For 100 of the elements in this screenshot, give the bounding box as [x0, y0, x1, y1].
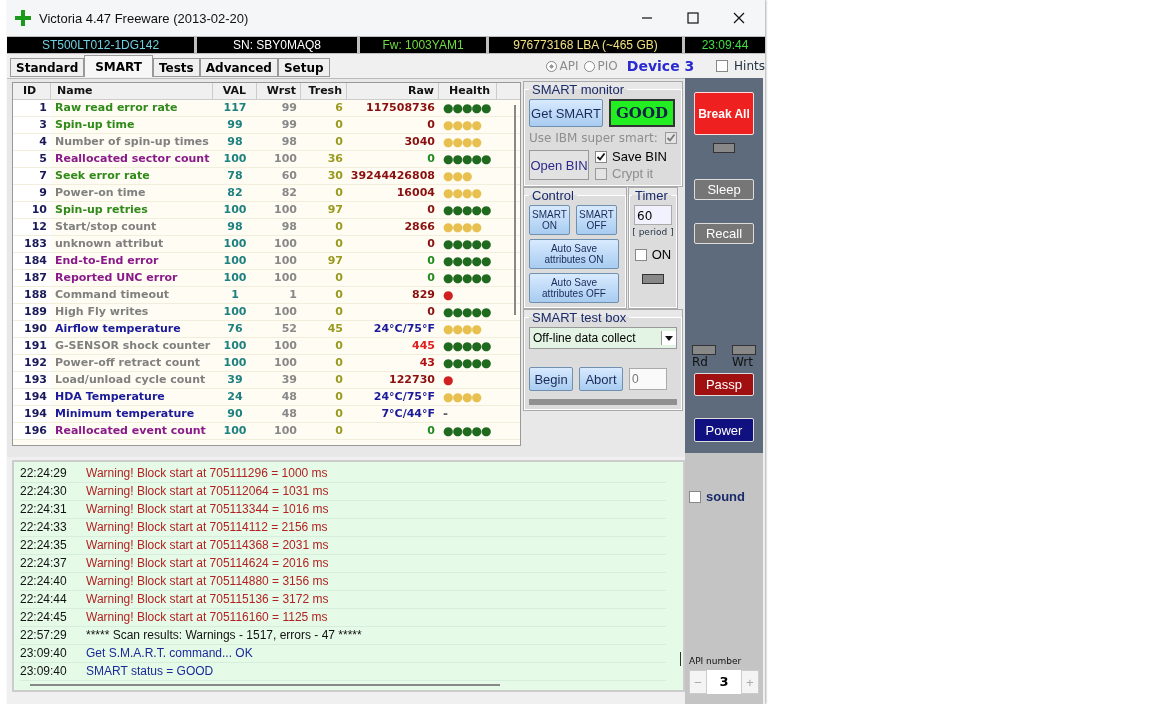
hints-label: Hints — [734, 59, 765, 73]
health-dots: ●●●●● — [442, 253, 492, 269]
app-cross-icon — [15, 10, 31, 26]
table-cell-text: 0 — [334, 355, 344, 371]
checkbox[interactable] — [716, 60, 729, 72]
health-dots: ●●●●● — [442, 304, 492, 320]
indicator-led — [713, 143, 735, 153]
break-all-button[interactable]: Break All — [694, 92, 754, 135]
tab[interactable]: Setup — [277, 58, 330, 77]
table-cell: 194 — [13, 389, 51, 405]
tab[interactable]: Advanced — [199, 58, 278, 77]
table-cell-text: 1 — [288, 287, 298, 303]
table-cell-text: Load/unload cycle count — [54, 372, 207, 388]
column-header[interactable]: Wrst — [257, 83, 301, 99]
health-dots: ●●●●● — [442, 270, 492, 286]
table-cell-text: 0 — [334, 236, 344, 252]
radio-button[interactable] — [583, 60, 595, 72]
log-time: 22:24:44 — [20, 591, 68, 608]
checkbox[interactable] — [634, 248, 647, 261]
autosave-on-button[interactable]: Auto Save attributes ON — [529, 239, 619, 269]
table-cell-text: 100 — [273, 355, 298, 371]
column-header[interactable]: Raw — [347, 83, 439, 99]
table-cell-text: Airflow temperature — [54, 321, 182, 337]
log-message: Warning! Block start at 705112064 = 1031 ms — [86, 483, 329, 500]
table-cell-text: 3040 — [403, 134, 436, 150]
table-cell-text: 90 — [226, 406, 244, 422]
log-message: Warning! Block start at 705114112 = 2156 ms — [86, 519, 328, 536]
table-cell-text: 39 — [280, 372, 298, 388]
test-dropdown[interactable]: Off-line data collect — [529, 327, 677, 349]
group-title: SMART test box — [531, 310, 628, 325]
get-smart-button[interactable]: Get SMART — [529, 99, 603, 127]
tab[interactable]: SMART — [84, 55, 153, 77]
table-cell-text: 100 — [222, 253, 248, 269]
table-cell: 9 — [13, 185, 51, 201]
tab[interactable]: Tests — [153, 58, 200, 77]
maximize-icon[interactable] — [687, 12, 699, 24]
table-cell: 10 — [13, 202, 51, 218]
table-cell: 188 — [13, 287, 51, 303]
table-cell-text: 100 — [222, 236, 248, 252]
table-cell-text: 122730 — [388, 372, 436, 388]
table-cell-text: 100 — [222, 202, 248, 218]
table-cell: 3 — [13, 117, 51, 133]
sleep-button[interactable]: Sleep — [694, 179, 754, 200]
table-cell-text: 0 — [426, 151, 436, 167]
abort-button[interactable]: Abort — [579, 367, 623, 391]
table-cell: 12 — [13, 219, 51, 235]
table-cell-text: 98 — [280, 219, 298, 235]
smart-on-button[interactable]: SMART ON — [529, 205, 570, 235]
table-cell-text: Reallocated event count — [54, 423, 207, 439]
scrollbar[interactable] — [514, 105, 516, 315]
checkbox[interactable] — [689, 490, 701, 503]
status-badge: GOOD — [609, 99, 675, 127]
smart-off-button[interactable]: SMART OFF — [576, 205, 617, 235]
log-message: Warning! Block start at 705114624 = 2016 ms — [86, 555, 329, 572]
table-cell-text: 100 — [222, 355, 248, 371]
table-cell: 191 — [13, 338, 51, 354]
api-number-field[interactable]: 3 — [707, 670, 741, 694]
column-header[interactable]: Name — [51, 83, 213, 99]
table-cell-text: 99 — [226, 117, 244, 133]
group-title: SMART monitor — [531, 82, 625, 97]
table-cell-text: Minimum temperature — [54, 406, 196, 422]
column-header[interactable]: VAL — [213, 83, 257, 99]
passp-button[interactable]: Passp — [694, 373, 754, 396]
health-dots: ●●●●● — [442, 355, 492, 371]
health-dots: ●●●● — [442, 185, 483, 201]
recall-button[interactable]: Recall — [694, 223, 754, 244]
open-bin-button[interactable]: Open BIN — [529, 150, 589, 180]
tab[interactable]: Standard — [10, 58, 85, 77]
log-time: 22:24:35 — [20, 537, 68, 554]
window-title: Victoria 4.47 Freeware (2013-02-20) — [39, 10, 249, 26]
column-header[interactable]: Tresh — [301, 83, 347, 99]
table-cell: 196 — [13, 423, 51, 439]
table-cell-text: 100 — [222, 423, 248, 439]
radio-button[interactable] — [545, 60, 557, 72]
table-cell-text: 100 — [222, 270, 248, 286]
table-cell-text: 82 — [226, 185, 244, 201]
table-cell-text: 6 — [334, 100, 344, 116]
table-cell-text: 16004 — [395, 185, 436, 201]
sound-label: sound — [706, 489, 745, 504]
group-title: Control — [531, 188, 575, 203]
autosave-off-button[interactable]: Auto Save attributes OFF — [529, 273, 619, 303]
table-cell-text: 0 — [334, 287, 344, 303]
test-input-field[interactable]: 0 — [629, 368, 667, 390]
health-dots: ●●●● — [442, 134, 483, 150]
log-time: 22:24:33 — [20, 519, 68, 536]
table-cell-text: 0 — [426, 253, 436, 269]
log-message: Warning! Block start at 705115136 = 3172 ms — [86, 591, 329, 608]
column-header[interactable]: ID — [13, 83, 51, 99]
column-header[interactable]: Health — [439, 83, 497, 99]
close-icon[interactable] — [733, 12, 745, 24]
table-cell-text: 100 — [273, 423, 298, 439]
begin-button[interactable]: Begin — [529, 367, 573, 391]
timer-field[interactable]: 60 — [634, 205, 672, 225]
log-time: 22:24:37 — [20, 555, 68, 572]
write-label: Wrt — [732, 355, 754, 369]
table-cell: 7 — [13, 168, 51, 184]
checkbox[interactable] — [595, 150, 607, 163]
table-cell: 193 — [13, 372, 51, 388]
scrollbar[interactable] — [30, 684, 500, 686]
power-button[interactable]: Power — [694, 418, 754, 442]
